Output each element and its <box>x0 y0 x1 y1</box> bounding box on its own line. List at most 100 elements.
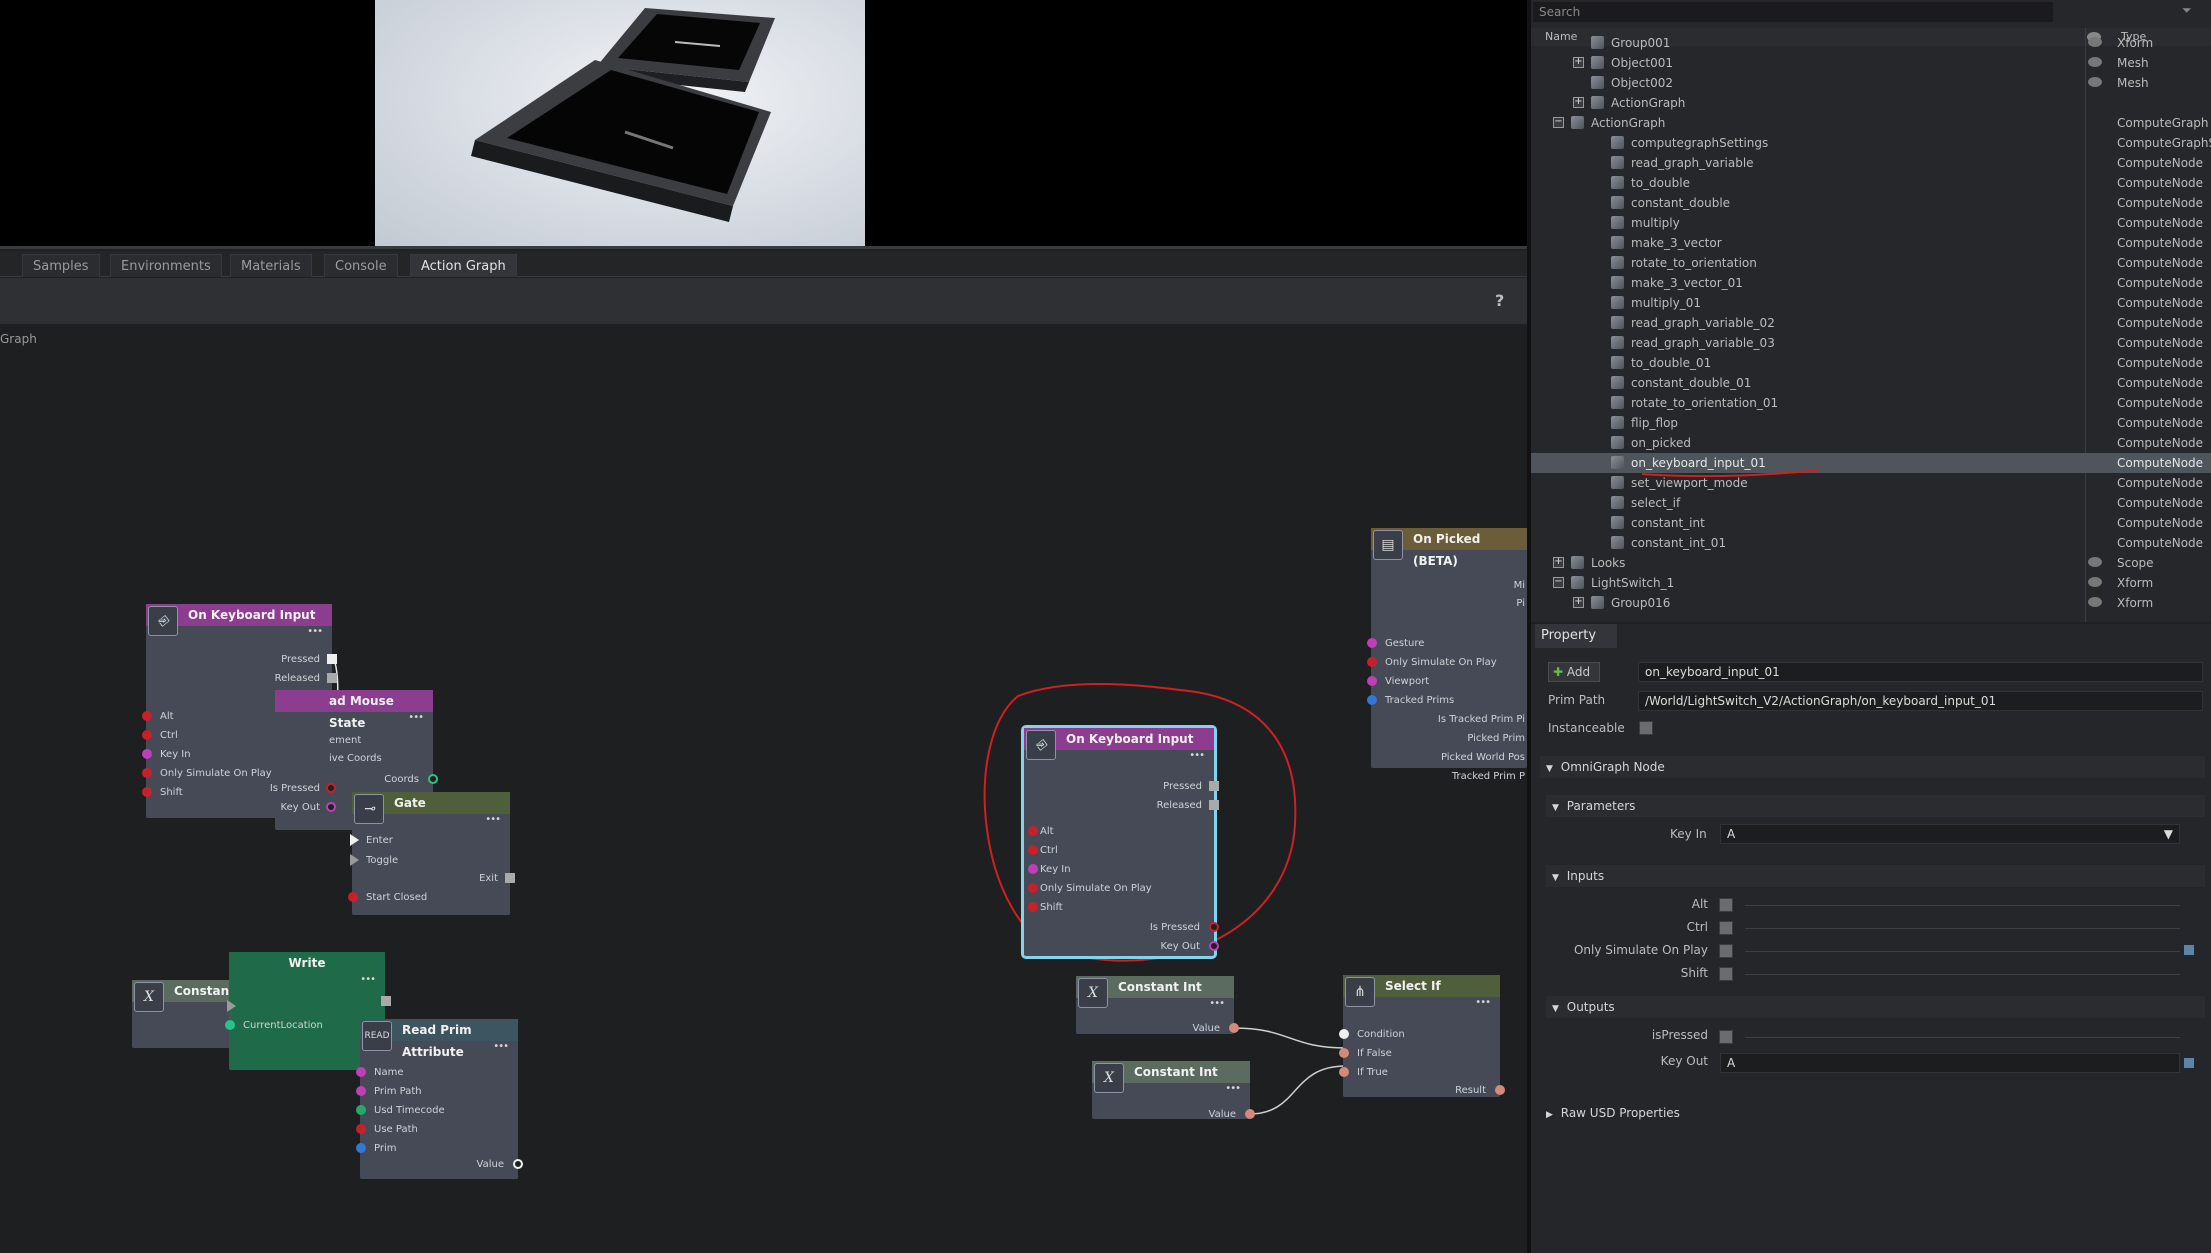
add-button[interactable]: ✚ Add <box>1548 662 1600 682</box>
section-inputs[interactable]: ▼ Inputs <box>1546 865 2205 887</box>
action-graph-canvas[interactable]: Graph On Keyboard Input ⎆ ••• Pressed Re… <box>0 324 1527 1253</box>
stage-row[interactable]: + Looks Scope <box>1531 553 2211 573</box>
instanceable-checkbox[interactable] <box>1639 721 1653 735</box>
stage-row[interactable]: on_picked ComputeNode <box>1531 433 2211 453</box>
tab-environments[interactable]: Environments <box>110 254 222 277</box>
visibility-icon[interactable] <box>2088 557 2102 567</box>
output-pin[interactable] <box>428 774 438 784</box>
stage-row[interactable]: select_if ComputeNode <box>1531 493 2211 513</box>
input-pin[interactable] <box>356 1067 366 1077</box>
node-gate[interactable]: Gate ⊸ ••• Enter Toggle Exit Start Close… <box>348 792 515 915</box>
exec-in-pin[interactable] <box>350 854 359 866</box>
output-pin[interactable] <box>326 802 336 812</box>
input-only-simulate-checkbox[interactable] <box>1719 944 1733 958</box>
input-pin[interactable] <box>348 892 358 902</box>
visibility-icon[interactable] <box>2088 37 2102 47</box>
visibility-icon[interactable] <box>2088 577 2102 587</box>
stage-row[interactable]: multiply ComputeNode <box>1531 213 2211 233</box>
exec-out-pin[interactable] <box>327 654 337 664</box>
stage-row[interactable]: to_double ComputeNode <box>1531 173 2211 193</box>
exec-in-pin[interactable] <box>350 834 359 846</box>
help-button[interactable]: ? <box>1495 291 1509 310</box>
tab-materials[interactable]: Materials <box>230 254 312 277</box>
viewport[interactable] <box>0 0 1527 248</box>
stage-row[interactable]: on_keyboard_input_01 ComputeNode <box>1531 453 2211 473</box>
stage-search-input[interactable]: Search <box>1533 2 2053 22</box>
input-pin[interactable] <box>1028 902 1038 912</box>
input-pin[interactable] <box>356 1105 366 1115</box>
is-pressed-checkbox[interactable] <box>1719 1030 1733 1044</box>
visibility-icon[interactable] <box>2088 57 2102 67</box>
input-pin[interactable] <box>1339 1048 1349 1058</box>
input-pin[interactable] <box>225 1020 235 1030</box>
input-shift-checkbox[interactable] <box>1719 967 1733 981</box>
section-outputs[interactable]: ▼ Outputs <box>1546 996 2205 1018</box>
node-on-picked[interactable]: On Picked (BETA) ▤ Mi Pi Gesture Only Si… <box>1367 528 1527 782</box>
collapse-icon[interactable]: − <box>1553 577 1564 588</box>
stage-row[interactable]: rotate_to_orientation_01 ComputeNode <box>1531 393 2211 413</box>
node-menu-icon[interactable]: ••• <box>1225 1083 1241 1094</box>
visibility-icon[interactable] <box>2088 597 2102 607</box>
stage-row[interactable]: constant_int_01 ComputeNode <box>1531 533 2211 553</box>
stage-row[interactable]: make_3_vector_01 ComputeNode <box>1531 273 2211 293</box>
stage-row[interactable]: constant_double ComputeNode <box>1531 193 2211 213</box>
stage-row[interactable]: set_viewport_mode ComputeNode <box>1531 473 2211 493</box>
expand-icon[interactable]: + <box>1553 557 1564 568</box>
input-pin[interactable] <box>142 711 152 721</box>
stage-row[interactable]: read_graph_variable_02 ComputeNode <box>1531 313 2211 333</box>
input-pin[interactable] <box>142 768 152 778</box>
stage-row[interactable]: + ActionGraph <box>1531 93 2211 113</box>
viewport-render[interactable] <box>375 0 865 246</box>
tab-console[interactable]: Console <box>324 254 398 277</box>
input-pin[interactable] <box>1028 826 1038 836</box>
stage-row[interactable]: make_3_vector ComputeNode <box>1531 233 2211 253</box>
exec-out-pin[interactable] <box>505 873 515 883</box>
stage-row[interactable]: flip_flop ComputeNode <box>1531 413 2211 433</box>
input-pin[interactable] <box>1367 638 1377 648</box>
input-pin[interactable] <box>1028 845 1038 855</box>
node-constant-int[interactable]: Constant Int X ••• Value <box>1076 976 1239 1034</box>
node-menu-icon[interactable]: ••• <box>493 1041 509 1052</box>
tab-action-graph[interactable]: Action Graph <box>410 254 517 277</box>
output-pin[interactable] <box>1209 922 1219 932</box>
exec-out-pin[interactable] <box>381 996 391 1006</box>
input-pin[interactable] <box>1367 676 1377 686</box>
node-menu-icon[interactable]: ••• <box>1189 750 1205 761</box>
section-raw-usd-properties[interactable]: ▶ Raw USD Properties <box>1540 1102 2205 1124</box>
key-out-field[interactable]: A <box>1720 1053 2180 1073</box>
input-pin[interactable] <box>1028 883 1038 893</box>
expand-icon[interactable]: + <box>1573 97 1584 108</box>
tab-samples[interactable]: Samples <box>22 254 100 277</box>
input-pin[interactable] <box>1367 657 1377 667</box>
input-ctrl-checkbox[interactable] <box>1719 921 1733 935</box>
key-in-dropdown[interactable]: A ▼ <box>1720 824 2180 844</box>
stage-row[interactable]: computegraphSettings ComputeGraphS <box>1531 133 2211 153</box>
node-menu-icon[interactable]: ••• <box>408 712 424 723</box>
output-pin[interactable] <box>1229 1023 1239 1033</box>
expand-icon[interactable]: + <box>1573 57 1584 68</box>
node-read-prim-attribute[interactable]: Read Prim Attribute READ ••• Name Prim P… <box>356 1019 523 1179</box>
collapse-icon[interactable]: − <box>1553 117 1564 128</box>
input-pin[interactable] <box>142 749 152 759</box>
output-pin[interactable] <box>1495 1085 1505 1095</box>
default-indicator-icon[interactable] <box>2184 945 2194 955</box>
input-pin[interactable] <box>1339 1067 1349 1077</box>
output-pin[interactable] <box>513 1159 523 1169</box>
node-menu-icon[interactable]: ••• <box>485 814 501 825</box>
node-constant[interactable]: Constant X <box>132 980 242 1048</box>
input-pin[interactable] <box>356 1086 366 1096</box>
node-menu-icon[interactable]: ••• <box>360 974 376 985</box>
node-menu-icon[interactable]: ••• <box>1209 998 1225 1009</box>
filter-icon[interactable]: ⏷ <box>2182 3 2192 18</box>
node-menu-icon[interactable]: ••• <box>1475 997 1491 1008</box>
section-parameters[interactable]: ▼ Parameters <box>1546 795 2205 817</box>
exec-out-pin[interactable] <box>327 673 337 683</box>
stage-row[interactable]: − ActionGraph ComputeGraph <box>1531 113 2211 133</box>
stage-row[interactable]: + Group016 Xform <box>1531 593 2211 613</box>
stage-row[interactable]: read_graph_variable_03 ComputeNode <box>1531 333 2211 353</box>
input-pin[interactable] <box>1367 695 1377 705</box>
stage-row[interactable]: constant_int ComputeNode <box>1531 513 2211 533</box>
stage-row[interactable]: multiply_01 ComputeNode <box>1531 293 2211 313</box>
input-pin[interactable] <box>1339 1029 1349 1039</box>
stage-row[interactable]: constant_double_01 ComputeNode <box>1531 373 2211 393</box>
